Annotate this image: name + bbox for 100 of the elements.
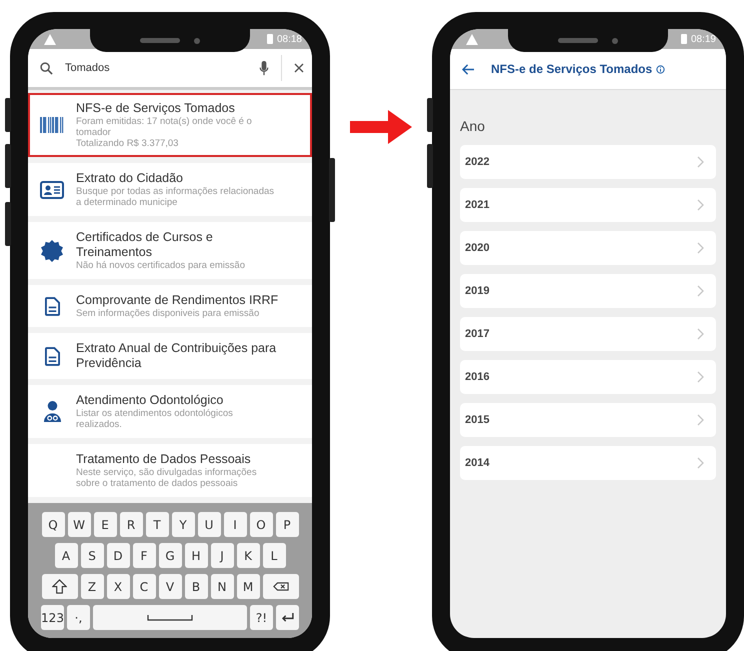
year-item[interactable]: 2021 <box>460 188 716 222</box>
keyboard-key[interactable]: F <box>132 543 156 568</box>
year-item[interactable]: 2017 <box>460 317 716 351</box>
year-item[interactable]: 2015 <box>460 403 716 437</box>
service-item[interactable]: Extrato Anual de Contribuições para Previdência <box>28 333 312 379</box>
service-description: Não há novos certificados para emissão <box>76 260 246 271</box>
year-label: 2019 <box>465 285 490 297</box>
keyboard-key[interactable]: P <box>276 512 298 537</box>
service-item[interactable]: Tratamento de Dados Pessoais Neste serviço, são divulgadas informações sobre o tratamento de dados pessoais <box>28 444 312 497</box>
year-label: 2015 <box>465 414 490 426</box>
enter-icon <box>281 613 294 622</box>
keyboard-key[interactable]: 123 <box>41 605 64 630</box>
keyboard-key[interactable]: D <box>106 543 130 568</box>
service-title: Certificados de Cursos e Treinamentos <box>76 230 214 260</box>
keyboard-key[interactable] <box>262 574 298 599</box>
year-item[interactable]: 2016 <box>460 360 716 394</box>
keyboard-key[interactable]: I <box>224 512 246 537</box>
battery-icon <box>680 34 687 44</box>
service-title: Atendimento Odontológico <box>76 393 224 408</box>
info-icon[interactable] <box>656 64 666 74</box>
keyboard-key[interactable]: M <box>236 574 260 599</box>
status-time: 08:18 <box>276 34 302 44</box>
close-icon[interactable] <box>294 63 304 73</box>
chevron-right-icon <box>697 199 704 211</box>
keyboard-key[interactable]: T <box>146 512 168 537</box>
service-description: Totalizando R$ 3.377,03 <box>76 138 180 149</box>
keyboard-key[interactable]: C <box>132 574 156 599</box>
year-item[interactable]: 2014 <box>460 446 716 480</box>
chevron-right-icon <box>697 457 704 469</box>
service-item[interactable]: Extrato do Cidadão Busque por todas as informações relacionadas a determinado municipe <box>28 163 312 216</box>
dentist-icon <box>42 401 62 422</box>
keyboard-key[interactable]: S <box>80 543 104 568</box>
back-arrow-icon[interactable] <box>462 64 475 74</box>
service-description: Busque por todas as informações relacionadas a determinado municipe <box>76 186 276 208</box>
backspace-icon <box>272 582 288 591</box>
keyboard-key[interactable]: B <box>184 574 208 599</box>
chevron-right-icon <box>697 414 704 426</box>
chevron-right-icon <box>697 242 704 254</box>
service-title: Tratamento de Dados Pessoais <box>76 452 252 467</box>
year-item[interactable]: 2022 <box>460 145 716 179</box>
keyboard-key[interactable] <box>276 605 299 630</box>
keyboard-key[interactable]: N <box>210 574 234 599</box>
service-title: Comprovante de Rendimentos IRRF <box>76 293 280 308</box>
keyboard-key[interactable]: V <box>158 574 182 599</box>
keyboard-key[interactable]: Q <box>42 512 64 537</box>
keyboard-key[interactable]: W <box>68 512 90 537</box>
shift-icon <box>52 579 67 594</box>
id-card-icon <box>40 180 64 198</box>
space-icon <box>147 614 193 620</box>
keyboard-key[interactable]: O <box>250 512 272 537</box>
keyboard-key[interactable]: R <box>120 512 142 537</box>
section-label: Ano <box>460 118 486 134</box>
chevron-right-icon <box>697 285 704 297</box>
keyboard-key[interactable]: K <box>236 543 260 568</box>
service-item[interactable]: Atendimento Odontológico Listar os atendimentos odontológicos realizados. <box>28 385 312 438</box>
keyboard-key[interactable]: ·, <box>67 605 90 630</box>
year-label: 2021 <box>465 199 490 211</box>
service-description: Neste serviço, são divulgadas informações sobre o tratamento de dados pessoais <box>76 467 258 489</box>
keyboard-key[interactable]: G <box>158 543 182 568</box>
document-icon <box>44 346 60 366</box>
year-item[interactable]: 2019 <box>460 274 716 308</box>
year-label: 2022 <box>465 156 490 168</box>
keyboard-key[interactable]: ?! <box>250 605 273 630</box>
year-item[interactable]: 2020 <box>460 231 716 265</box>
service-description: Listar os atendimentos odontológicos realizados. <box>76 408 234 430</box>
search-field[interactable]: Tomados <box>28 49 312 90</box>
arrow-icon <box>350 110 412 144</box>
keyboard-key[interactable]: H <box>184 543 208 568</box>
keyboard-key[interactable] <box>42 574 78 599</box>
keyboard-key[interactable]: A <box>54 543 78 568</box>
status-time: 08:19 <box>690 34 716 44</box>
document-icon <box>44 296 60 316</box>
barcode-icon <box>40 117 64 133</box>
year-label: 2017 <box>465 328 490 340</box>
keyboard-key[interactable]: E <box>94 512 116 537</box>
service-title: Extrato Anual de Contribuições para Previdência <box>76 341 278 371</box>
keyboard-key[interactable]: Y <box>172 512 194 537</box>
warning-icon <box>44 34 56 44</box>
service-title: Extrato do Cidadão <box>76 171 184 186</box>
keyboard-key[interactable]: L <box>262 543 286 568</box>
badge-icon <box>41 240 63 262</box>
microphone-icon[interactable] <box>259 60 269 76</box>
screen-title: NFS-e de Serviços Tomados <box>491 62 652 76</box>
search-icon <box>40 62 53 74</box>
service-item[interactable]: NFS-e de Serviços Tomados Foram emitidas: 17 nota(s) onde você é o tomador Totalizando R$ 3.377,03 <box>28 93 312 157</box>
warning-icon <box>466 34 478 44</box>
keyboard-key[interactable]: Z <box>80 574 104 599</box>
keyboard-key[interactable]: J <box>210 543 234 568</box>
search-text: Tomados <box>65 62 111 74</box>
service-description: Foram emitidas: 17 nota(s) onde você é o tomador <box>76 116 253 138</box>
keyboard-key[interactable]: X <box>106 574 130 599</box>
service-item[interactable]: Certificados de Cursos e Treinamentos Não há novos certificados para emissão <box>28 222 312 279</box>
chevron-right-icon <box>697 328 704 340</box>
service-item[interactable]: Comprovante de Rendimentos IRRF Sem informações disponiveis para emissão <box>28 285 312 327</box>
chevron-right-icon <box>697 156 704 168</box>
keyboard-key[interactable]: U <box>198 512 220 537</box>
service-description: Sem informações disponiveis para emissão <box>76 308 260 319</box>
year-label: 2016 <box>465 371 490 383</box>
year-label: 2020 <box>465 242 490 254</box>
chevron-right-icon <box>697 371 704 383</box>
